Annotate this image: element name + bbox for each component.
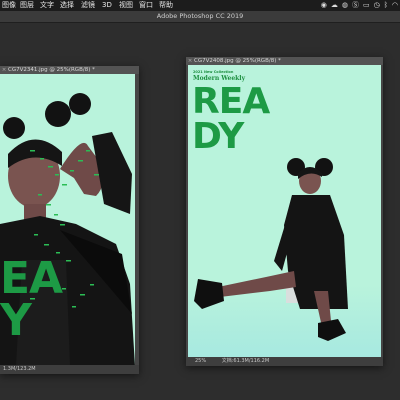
close-icon[interactable]: × xyxy=(186,57,194,65)
menu-filter[interactable]: 滤镜 xyxy=(81,0,95,11)
doc-size-left: 1.3M/123.2M xyxy=(3,366,36,372)
cloud-icon[interactable]: ☁ xyxy=(331,0,338,11)
status-bar-left: 1.3M/123.2M xyxy=(0,365,139,374)
close-icon[interactable]: × xyxy=(0,66,8,74)
cover-headline-right-1: REA xyxy=(192,81,270,122)
canvas-left[interactable]: EA Y xyxy=(0,74,135,366)
menu-layer[interactable]: 图层 xyxy=(20,0,34,11)
document-title-left: CG7V2341.jpg @ 25%(RGB/8) * xyxy=(8,67,95,73)
wifi-icon[interactable]: ◠ xyxy=(392,0,398,11)
document-tab-right[interactable]: × CG7V2408.jpg @ 25%(RGB/8) * xyxy=(186,57,383,65)
cover-headline-left-2: Y xyxy=(0,295,32,346)
clock-icon[interactable]: ◷ xyxy=(374,0,380,11)
menu-bar: 图像 图层 文字 选择 滤镜 3D 视图 窗口 帮助 ◉ ☁ ◍ Ⓢ ▭ ◷ ᛒ… xyxy=(0,0,400,11)
menu-view[interactable]: 视图 xyxy=(119,0,133,11)
cover-headline-left-1: EA xyxy=(0,253,63,304)
doc-size-right: 文档:61.3M/116.2M xyxy=(221,358,270,364)
document-title-right: CG7V2408.jpg @ 25%(RGB/8) * xyxy=(194,58,281,64)
status-bar-right: 25% 文档:61.3M/116.2M xyxy=(186,357,383,366)
wechat-icon[interactable]: ◉ xyxy=(321,0,327,11)
app-title: Adobe Photoshop CC 2019 xyxy=(156,12,244,20)
menu-select[interactable]: 选择 xyxy=(60,0,74,11)
document-window-right[interactable]: × CG7V2408.jpg @ 25%(RGB/8) * 2021 New C… xyxy=(186,57,383,366)
cover-collection: 2021 New Collection xyxy=(193,70,234,74)
bluetooth-icon[interactable]: ᛒ xyxy=(384,0,388,11)
s-icon[interactable]: Ⓢ xyxy=(352,0,359,11)
document-tab-left[interactable]: × CG7V2341.jpg @ 25%(RGB/8) * xyxy=(0,66,139,74)
menu-window[interactable]: 窗口 xyxy=(139,0,153,11)
display-icon[interactable]: ▭ xyxy=(363,0,370,11)
status-icons: ◉ ☁ ◍ Ⓢ ▭ ◷ ᛒ ◠ xyxy=(321,0,398,11)
document-window-left[interactable]: × CG7V2341.jpg @ 25%(RGB/8) * EA Y 1.3M/… xyxy=(0,66,139,374)
menu-3d[interactable]: 3D xyxy=(102,0,112,11)
menu-image[interactable]: 图像 xyxy=(2,0,16,11)
menu-type[interactable]: 文字 xyxy=(40,0,54,11)
chat-icon[interactable]: ◍ xyxy=(342,0,348,11)
menu-help[interactable]: 帮助 xyxy=(159,0,173,11)
zoom-level[interactable]: 25% xyxy=(186,358,206,364)
app-title-bar: Adobe Photoshop CC 2019 xyxy=(0,11,400,23)
cover-headline-right-2: DY xyxy=(192,116,244,157)
canvas-right[interactable]: 2021 New Collection Modern Weekly REA DY xyxy=(188,65,381,357)
